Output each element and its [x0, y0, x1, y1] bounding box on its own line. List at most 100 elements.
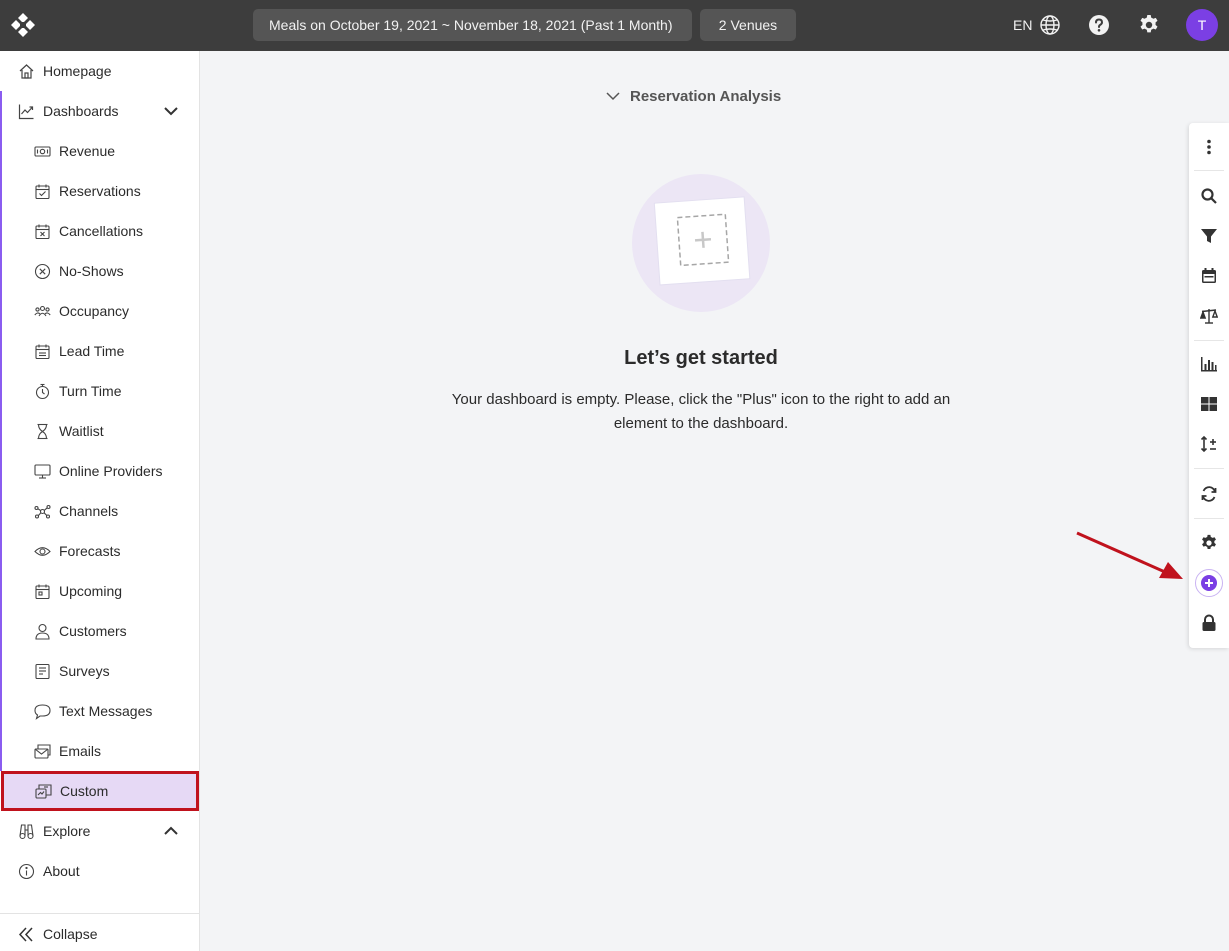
- sidebar-item-turn-time[interactable]: Turn Time: [0, 371, 199, 411]
- calendar-icon: [1202, 268, 1216, 283]
- sidebar-item-surveys[interactable]: Surveys: [0, 651, 199, 691]
- sidebar-item-upcoming[interactable]: Upcoming: [0, 571, 199, 611]
- sidebar-item-customers[interactable]: Customers: [0, 611, 199, 651]
- sidebar-item-label: Online Providers: [59, 463, 163, 479]
- sidebar-item-forecasts[interactable]: Forecasts: [0, 531, 199, 571]
- add-chart-button[interactable]: [1197, 352, 1221, 376]
- sidebar-item-reservations[interactable]: Reservations: [0, 171, 199, 211]
- chevron-up-icon[interactable]: [163, 823, 179, 839]
- refresh-button[interactable]: [1197, 482, 1221, 506]
- toolbar-divider: [1194, 170, 1224, 171]
- sidebar-item-cancellations[interactable]: Cancellations: [0, 211, 199, 251]
- binoculars-icon: [19, 823, 34, 839]
- sidebar-item-label: Channels: [59, 503, 119, 519]
- help-icon[interactable]: [1088, 14, 1110, 36]
- sidebar-item-label: Revenue: [59, 143, 116, 159]
- sidebar-item-emails[interactable]: Emails: [0, 731, 199, 771]
- sidebar-item-label: Forecasts: [59, 543, 121, 559]
- more-options-button[interactable]: [1197, 135, 1221, 159]
- calendar-x-icon: [35, 224, 50, 239]
- plus-circle-icon: [1201, 575, 1217, 591]
- sidebar-item-label: About: [43, 863, 80, 879]
- sidebar-item-custom[interactable]: Custom: [1, 771, 199, 811]
- compare-button[interactable]: [1197, 304, 1221, 328]
- lock-button[interactable]: [1197, 611, 1221, 635]
- people-group-icon: [34, 305, 51, 316]
- user-avatar[interactable]: T: [1186, 9, 1218, 41]
- search-icon: [1201, 188, 1217, 204]
- sidebar-item-label: Upcoming: [59, 583, 123, 599]
- sidebar-item-channels[interactable]: Channels: [0, 491, 199, 531]
- sort-button[interactable]: [1197, 432, 1221, 456]
- annotation-arrow-icon: [1076, 531, 1183, 579]
- right-toolbar: [1189, 123, 1229, 648]
- sidebar-item-text-messages[interactable]: Text Messages: [0, 691, 199, 731]
- user-icon: [35, 623, 50, 640]
- settings-gear-icon[interactable]: [1138, 14, 1160, 36]
- sidebar-item-label: Dashboards: [43, 103, 119, 119]
- date-range-button[interactable]: Meals on October 19, 2021 ~ November 18,…: [253, 9, 692, 41]
- sidebar-item-no-shows[interactable]: No-Shows: [0, 251, 199, 291]
- stopwatch-icon: [35, 383, 50, 399]
- calendar-icon: [35, 344, 50, 359]
- survey-form-icon: [35, 663, 50, 679]
- balance-scale-icon: [1200, 308, 1218, 324]
- language-label[interactable]: EN: [1013, 15, 1032, 35]
- trend-chart-icon: [18, 104, 34, 119]
- sidebar-item-dashboards[interactable]: Dashboards: [0, 91, 199, 131]
- search-button[interactable]: [1197, 184, 1221, 208]
- calendar-day-icon: [35, 584, 50, 599]
- sidebar-item-label: Text Messages: [59, 703, 153, 719]
- chat-bubble-icon: [34, 703, 51, 720]
- kebab-menu-icon: [1207, 139, 1211, 155]
- globe-icon[interactable]: [1039, 14, 1061, 36]
- double-chevron-left-icon: [18, 926, 33, 942]
- toolbar-divider: [1194, 518, 1224, 519]
- sidebar-item-label: Homepage: [43, 63, 112, 79]
- venues-button[interactable]: 2 Venues: [700, 9, 796, 41]
- gear-icon: [1202, 534, 1216, 550]
- calendar-button[interactable]: [1197, 264, 1221, 288]
- collapse-sidebar-button[interactable]: Collapse: [0, 914, 199, 951]
- sidebar-item-homepage[interactable]: Homepage: [0, 51, 199, 91]
- sidebar-item-about[interactable]: About: [0, 851, 199, 891]
- sidebar-item-label: Waitlist: [59, 423, 104, 439]
- filter-icon: [1201, 229, 1217, 243]
- sidebar-item-label: Turn Time: [59, 383, 122, 399]
- sidebar-item-label: Customers: [59, 623, 127, 639]
- sidebar-item-explore[interactable]: Explore: [0, 811, 199, 851]
- sidebar-item-waitlist[interactable]: Waitlist: [0, 411, 199, 451]
- sidebar-item-label: Occupancy: [59, 303, 130, 319]
- hourglass-icon: [37, 423, 48, 439]
- filter-button[interactable]: [1197, 224, 1221, 248]
- home-icon: [19, 63, 34, 79]
- bar-chart-icon: [1201, 357, 1217, 372]
- sort-plus-minus-icon: [1200, 435, 1216, 453]
- sidebar-item-online-providers[interactable]: Online Providers: [0, 451, 199, 491]
- chevron-down-icon[interactable]: [163, 103, 179, 119]
- sidebar-item-label: No-Shows: [59, 263, 124, 279]
- sidebar-item-label: Emails: [59, 743, 102, 759]
- sidebar-item-revenue[interactable]: Revenue: [0, 131, 199, 171]
- layout-grid-button[interactable]: [1197, 392, 1221, 416]
- sidebar-item-occupancy[interactable]: Occupancy: [0, 291, 199, 331]
- sidebar-item-label: Reservations: [59, 183, 141, 199]
- sidebar-item-label: Explore: [43, 823, 91, 839]
- monitor-icon: [34, 463, 51, 479]
- sidebar-item-lead-time[interactable]: Lead Time: [0, 331, 199, 371]
- section-toggle-reservation-analysis[interactable]: Reservation Analysis: [604, 85, 781, 107]
- money-icon: [34, 145, 51, 157]
- sidebar-item-label: Cancellations: [59, 223, 144, 239]
- app-logo-icon[interactable]: [10, 12, 36, 38]
- circle-x-icon: [34, 263, 51, 279]
- calendar-check-icon: [35, 184, 50, 199]
- section-title: Reservation Analysis: [630, 87, 782, 105]
- toolbar-divider: [1194, 468, 1224, 469]
- chevron-down-icon: [606, 92, 620, 101]
- email-icon: [34, 743, 51, 759]
- info-icon: [18, 863, 35, 879]
- empty-dashboard-illustration: [632, 174, 770, 312]
- empty-state-title: Let’s get started: [624, 347, 778, 369]
- add-element-button[interactable]: [1195, 569, 1223, 597]
- dashboard-settings-button[interactable]: [1197, 531, 1221, 555]
